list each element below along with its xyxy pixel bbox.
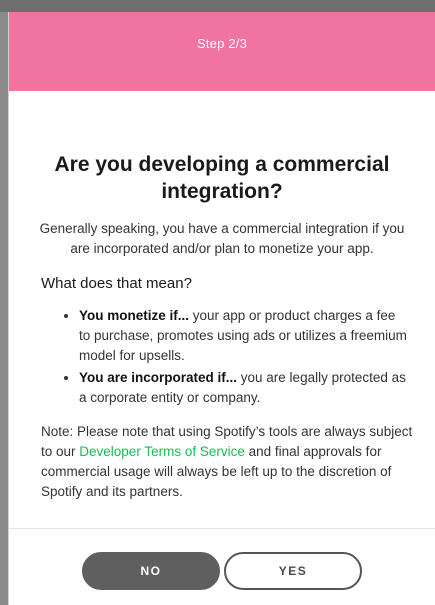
bullet-bold-label: You are incorporated if... bbox=[79, 370, 238, 385]
modal-subtitle: Generally speaking, you have a commercia… bbox=[39, 221, 405, 256]
commercial-integration-modal: Step 2/3 Are you developing a commercial… bbox=[9, 12, 435, 605]
no-button[interactable]: NO bbox=[82, 552, 220, 590]
developer-terms-link[interactable]: Developer Terms of Service bbox=[79, 444, 245, 459]
yes-button[interactable]: YES bbox=[224, 552, 362, 590]
list-item-incorporated: You are incorporated if... you are legal… bbox=[79, 368, 407, 408]
modal-title: Are you developing a commercial integrat… bbox=[54, 153, 390, 203]
terms-note: Note: Please note that using Spotify’s t… bbox=[41, 422, 413, 502]
background-left-edge bbox=[0, 12, 8, 605]
definition-list: You monetize if... your app or product c… bbox=[9, 306, 435, 408]
list-item-monetize: You monetize if... your app or product c… bbox=[79, 306, 407, 366]
footer-divider bbox=[9, 528, 435, 529]
step-indicator: Step 2/3 bbox=[196, 36, 248, 51]
background-top-strip bbox=[0, 0, 435, 12]
modal-footer: NO YES bbox=[9, 552, 435, 592]
modal-header: Step 2/3 bbox=[9, 12, 435, 91]
modal-content: Are you developing a commercial integrat… bbox=[9, 91, 435, 502]
bullet-bold-label: You monetize if... bbox=[79, 308, 190, 323]
screen: Step 2/3 Are you developing a commercial… bbox=[0, 0, 435, 605]
section-heading: What does that mean? bbox=[41, 275, 192, 292]
